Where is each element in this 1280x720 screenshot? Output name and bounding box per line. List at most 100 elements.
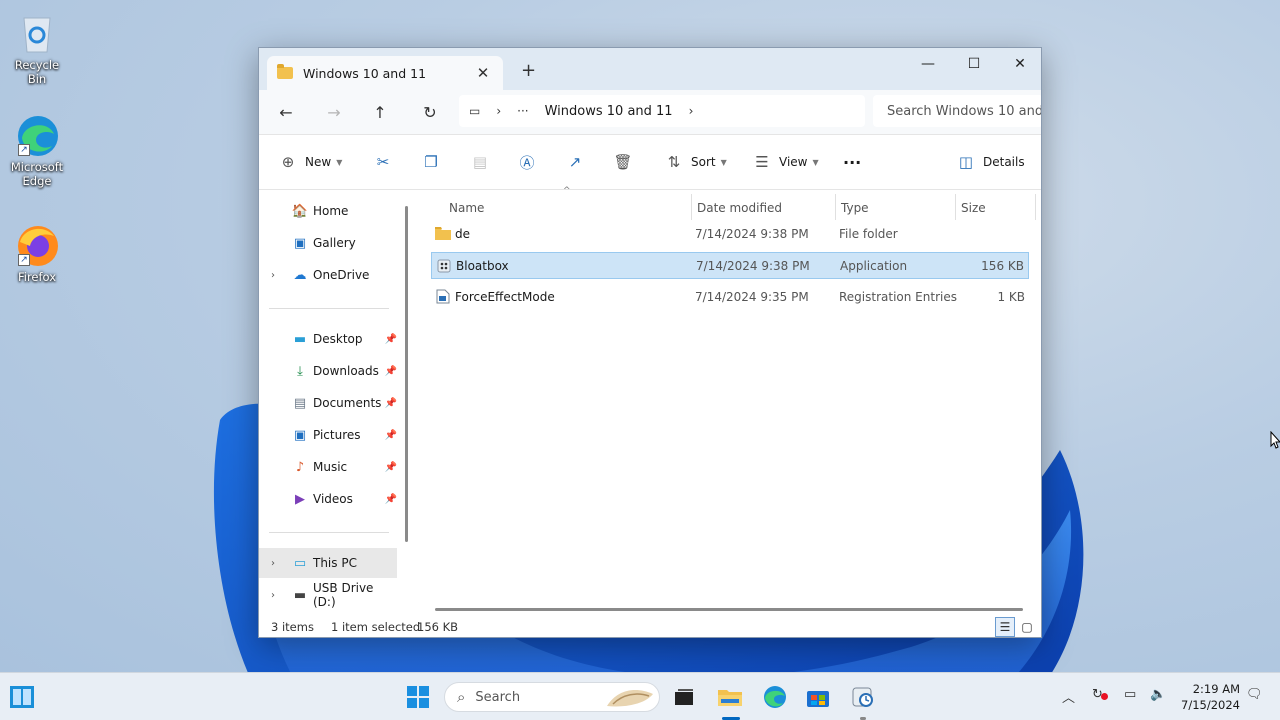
desktop-icon-firefox[interactable]: ↗ Firefox [4, 222, 70, 284]
chevron-right-icon[interactable]: › [271, 270, 275, 281]
sort-button[interactable]: ⇅ Sort ▼ [663, 148, 727, 176]
taskbar-bloatbox-icon[interactable] [849, 683, 877, 711]
volume-icon[interactable]: 🔈 [1150, 687, 1166, 702]
desktop-icon-edge[interactable]: ↗ Microsoft Edge [4, 112, 70, 188]
table-row-selected[interactable]: Bloatbox 7/14/2024 9:38 PM Application 1… [431, 252, 1029, 279]
notification-dot [1101, 693, 1108, 700]
taskbar-search-input[interactable]: ⌕ Search [444, 682, 660, 712]
sidebar-item-desktop[interactable]: ▬ Desktop 📌 [259, 324, 397, 354]
column-header-date[interactable]: Date modified [697, 196, 782, 220]
close-button[interactable]: ✕ [997, 50, 1041, 78]
minimize-button[interactable]: — [905, 50, 951, 78]
view-label: View [779, 155, 808, 169]
status-selected-count: 1 item selected [331, 619, 421, 634]
delete-button[interactable]: 🗑 [612, 148, 634, 176]
navigation-bar: ← → ↑ ↻ ▭ › ··· Windows 10 and 11 › Sear… [259, 90, 1041, 135]
sidebar-item-gallery[interactable]: ▣ Gallery [259, 228, 397, 258]
tiles-view-button[interactable]: ▢ [1017, 617, 1037, 637]
desktop-folder-icon: ▬ [293, 331, 307, 347]
new-tab-button[interactable]: + [521, 60, 536, 81]
close-tab-icon[interactable]: ✕ [473, 64, 493, 82]
file-name: de [455, 226, 470, 241]
paste-button[interactable]: ▤ [469, 148, 491, 176]
details-view-button[interactable]: ☰ [995, 617, 1015, 637]
copy-button[interactable]: ❐ [420, 148, 442, 176]
new-button[interactable]: ⊕ New ▼ [277, 148, 343, 176]
tab-title: Windows 10 and 11 [303, 65, 427, 81]
table-row[interactable]: ForceEffectMode 7/14/2024 9:35 PM Regist… [431, 283, 1029, 310]
breadcrumb-more[interactable]: ··· [517, 104, 528, 118]
sidebar-item-pictures[interactable]: ▣ Pictures 📌 [259, 420, 397, 450]
sidebar-item-this-pc[interactable]: › ▭ This PC [259, 548, 397, 578]
file-name: Bloatbox [456, 258, 509, 273]
desktop-icon-label: Microsoft Edge [10, 160, 64, 188]
sidebar-item-label: Gallery [313, 236, 356, 250]
navigation-pane: 🏠 Home ▣ Gallery › ☁ OneDrive ▬ Desktop … [259, 190, 408, 614]
clock-time: 2:19 AM [1192, 682, 1240, 696]
pin-icon: 📌 [384, 429, 397, 441]
column-divider[interactable] [1035, 194, 1036, 220]
firefox-icon: ↗ [14, 222, 60, 268]
forward-button[interactable]: → [319, 98, 349, 126]
refresh-button[interactable]: ↻ [415, 98, 445, 126]
breadcrumb-current[interactable]: Windows 10 and 11 [545, 104, 673, 119]
pin-icon: 📌 [384, 397, 397, 409]
rename-button[interactable]: Ⓐ [516, 148, 538, 176]
chevron-right-icon: › [496, 104, 502, 118]
tab-windows-10-and-11[interactable]: Windows 10 and 11 ✕ [267, 56, 503, 90]
more-options-button[interactable]: ··· [843, 148, 861, 176]
column-divider[interactable] [691, 194, 692, 220]
shortcut-arrow-icon: ↗ [18, 254, 30, 266]
sidebar-item-label: USB Drive (D:) [313, 581, 374, 609]
column-divider[interactable] [955, 194, 956, 220]
taskbar-edge-icon[interactable] [761, 683, 789, 711]
view-button[interactable]: ☰ View ▼ [751, 148, 819, 176]
sidebar-item-documents[interactable]: ▤ Documents 📌 [259, 388, 397, 418]
chevron-right-icon[interactable]: › [271, 558, 275, 569]
details-button[interactable]: ◫ Details [955, 148, 1025, 176]
search-input[interactable]: Search Windows 10 and 11 [873, 95, 1041, 127]
table-row[interactable]: de 7/14/2024 9:38 PM File folder [431, 220, 1029, 247]
taskbar-file-explorer-icon[interactable] [716, 683, 744, 711]
network-icon[interactable]: ▭ [1124, 687, 1136, 702]
chevron-right-icon[interactable]: › [689, 104, 694, 118]
sidebar-item-home[interactable]: 🏠 Home [259, 196, 397, 226]
sidebar-item-onedrive[interactable]: › ☁ OneDrive [259, 260, 397, 290]
start-windows-icon[interactable] [404, 683, 432, 711]
sidebar-item-usb-drive[interactable]: › ▬ USB Drive (D:) [259, 580, 397, 610]
chevron-up-icon[interactable]: ︿ [1062, 687, 1075, 706]
chevron-down-icon: ▼ [812, 157, 819, 167]
taskbar-store-icon[interactable] [804, 683, 832, 711]
column-divider[interactable] [835, 194, 836, 220]
share-button[interactable]: ↗ [564, 148, 586, 176]
desktop-icon-recycle-bin[interactable]: Recycle Bin [4, 10, 70, 86]
widgets-icon[interactable] [8, 683, 36, 711]
column-header-type[interactable]: Type [841, 196, 869, 220]
sidebar-item-music[interactable]: ♪ Music 📌 [259, 452, 397, 482]
maximize-button[interactable]: ☐ [951, 50, 997, 78]
copy-icon: ❐ [424, 153, 438, 171]
content-area: 🏠 Home ▣ Gallery › ☁ OneDrive ▬ Desktop … [259, 186, 1041, 614]
home-icon: 🏠 [291, 203, 309, 219]
clock[interactable]: 2:19 AM 7/15/2024 [1178, 681, 1240, 713]
pin-icon: 📌 [384, 493, 397, 505]
update-icon[interactable]: ↻ [1092, 687, 1108, 702]
horizontal-scrollbar[interactable] [435, 608, 1023, 611]
notifications-icon[interactable]: 🗨 [1246, 687, 1263, 702]
sidebar-item-videos[interactable]: ▶ Videos 📌 [259, 484, 397, 514]
sidebar-scrollbar[interactable] [405, 206, 408, 542]
sidebar-item-label: This PC [313, 556, 357, 570]
sidebar-item-downloads[interactable]: ⤓ Downloads 📌 [259, 356, 397, 386]
column-header-name[interactable]: Name [449, 196, 484, 220]
task-view-icon[interactable] [670, 683, 698, 711]
address-bar[interactable]: ▭ › ··· Windows 10 and 11 › [459, 95, 865, 127]
column-header-size[interactable]: Size [961, 196, 986, 220]
back-button[interactable]: ← [271, 98, 301, 126]
sidebar-item-label: Videos [313, 492, 353, 506]
file-explorer-window: Windows 10 and 11 ✕ + — ☐ ✕ ← → ↑ ↻ ▭ › … [258, 47, 1042, 638]
chevron-right-icon[interactable]: › [271, 590, 275, 601]
gallery-icon: ▣ [293, 235, 307, 251]
search-highlight-icon [607, 690, 653, 707]
cut-button[interactable]: ✂ [372, 148, 394, 176]
up-button[interactable]: ↑ [365, 98, 395, 126]
